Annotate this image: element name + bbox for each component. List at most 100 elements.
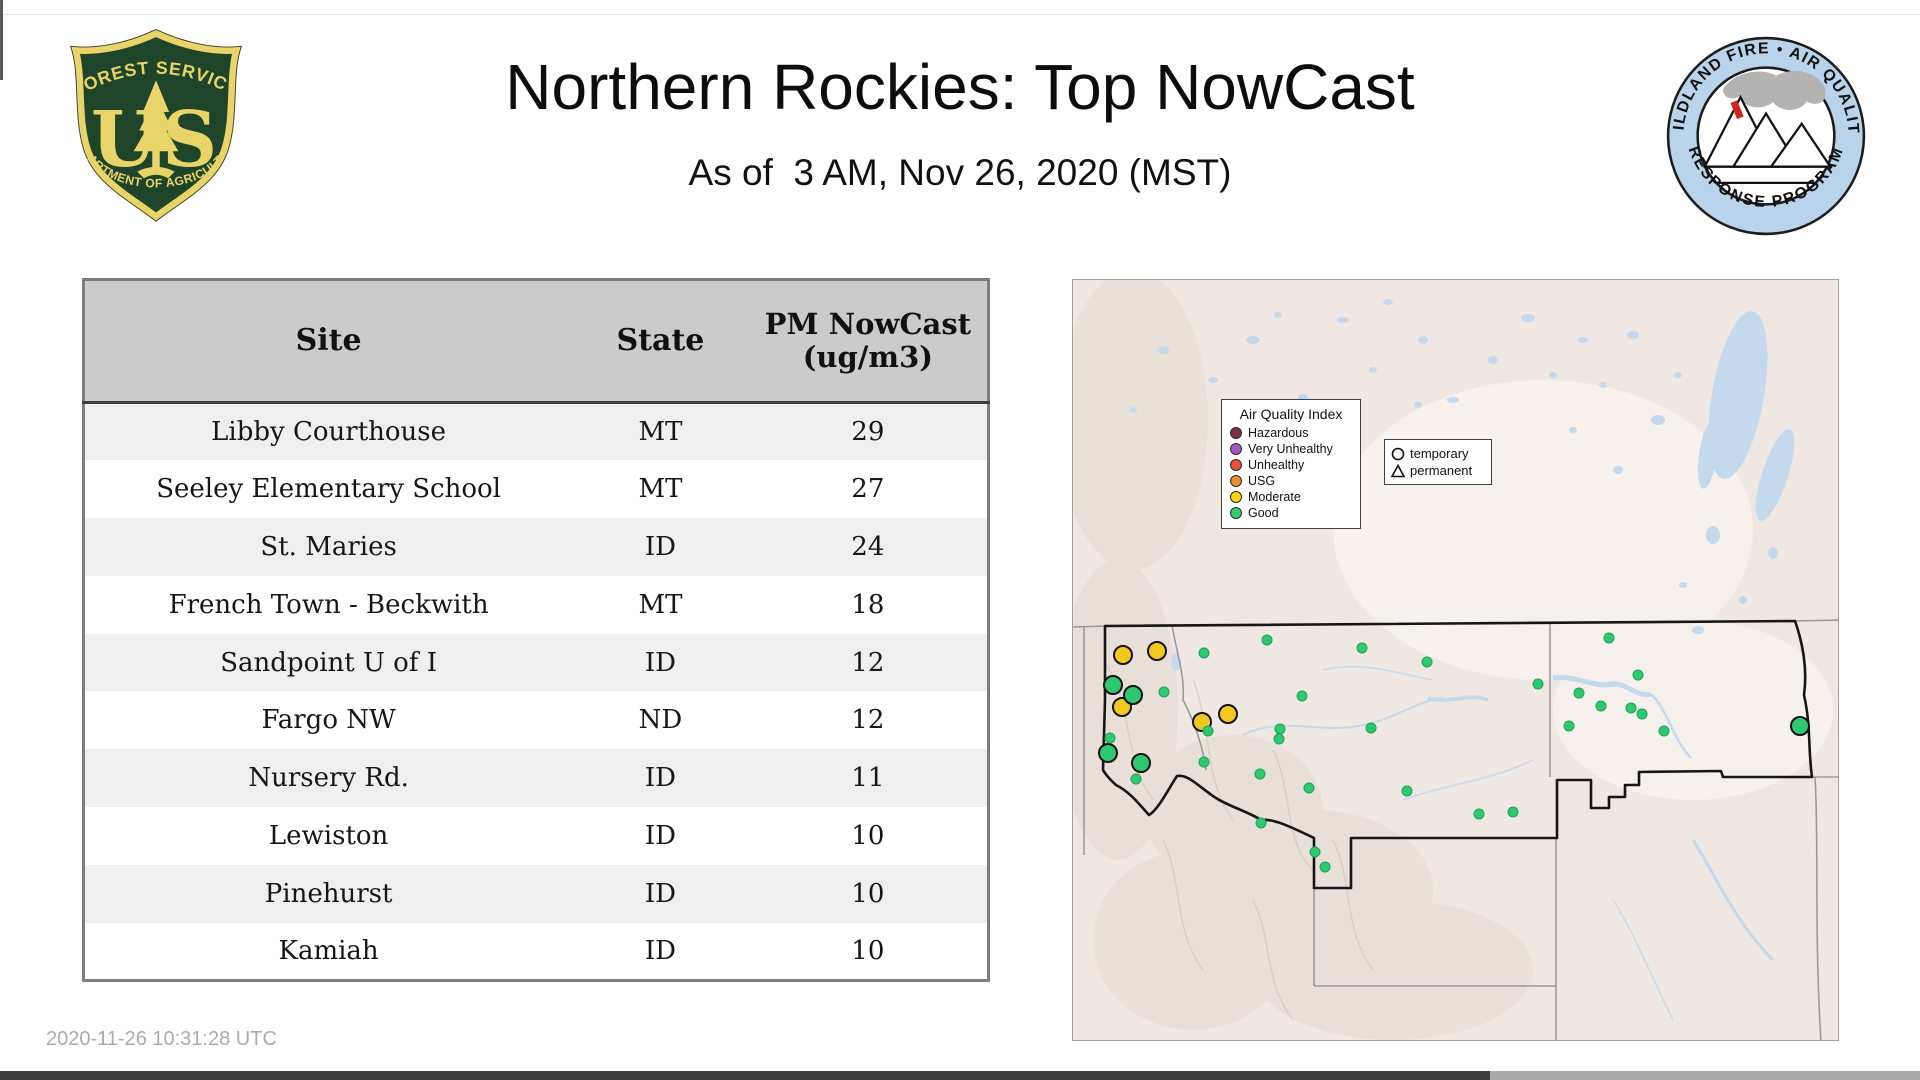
legend-swatch [1230,427,1242,439]
monitor-dot-moderate [1147,640,1168,661]
cell-value: 12 [851,705,885,736]
cell-site: Nursery Rd. [248,763,409,794]
monitor-dot-good [1102,675,1123,696]
monitor-dot-good [1158,686,1170,698]
page-subtitle: As of 3 AM, Nov 26, 2020 (MST) [688,152,1232,193]
temporary-label: temporary [1410,446,1469,461]
monitor-dot-good [1658,725,1670,737]
aqi-map: Air Quality Index Hazardous Very Unhealth… [1072,279,1839,1041]
monitor-dot-good [1303,782,1315,794]
table-row: Pinehurst ID 10 [83,864,989,923]
monitor-dot-good [1356,642,1368,654]
permanent-triangle-icon [1391,463,1405,477]
monitor-dot-moderate [1217,703,1238,724]
monitor-dot-good [1603,632,1614,644]
cell-value: 24 [851,531,885,562]
legend-item: Moderate [1230,490,1352,504]
monitor-dot-good [1131,753,1152,774]
monitor-dot-good [1507,806,1519,818]
monitor-dot-moderate [1112,644,1133,665]
monitor-dot-good [1319,861,1331,873]
monitor-dot-good [1261,634,1273,646]
table-row: Nursery Rd. ID 11 [83,749,989,808]
monitor-dot-good [1130,773,1142,785]
table-row: Kamiah ID 10 [83,922,989,981]
cell-state: MT [638,589,683,620]
legend-label: USG [1248,474,1276,488]
column-header-2: PM NowCast (ug/m3) [748,279,989,404]
generated-timestamp: 2020-11-26 10:31:28 UTC [46,1028,277,1050]
monitor-dot-good [1273,733,1285,745]
marker-type-legend: temporary permanent [1384,439,1492,485]
page-title: Northern Rockies: Top NowCast [505,51,1415,123]
nowcast-table: Site State PM NowCast (ug/m3) Libby Courth… [82,278,990,982]
monitor-dot-good [1401,785,1413,797]
legend-item: USG [1230,474,1352,488]
legend-item: Good [1230,506,1352,520]
monitor-dot-good [1421,656,1433,668]
site-table-body: Libby Courthouse MT 29 Seeley Elementary Sc… [83,402,989,981]
cell-state: ID [644,935,676,966]
legend-label: Hazardous [1248,426,1309,440]
cell-state: ID [644,647,676,678]
cell-site: Sandpoint U of I [220,647,437,678]
cell-value: 10 [851,820,885,851]
column-header-1: State [572,279,749,404]
monitor-dot-good [1098,743,1119,764]
cell-value: 12 [851,647,885,678]
cell-state: MT [638,474,683,505]
legend-swatch [1230,507,1242,519]
legend-item: Very Unhealthy [1230,442,1352,456]
cell-value: 10 [851,878,885,909]
monitor-dot-good [1636,708,1648,720]
cell-site: St. Maries [260,531,397,562]
monitor-dot-good [1473,808,1485,820]
cell-site: Kamiah [278,935,379,966]
permanent-label: permanent [1410,463,1473,478]
wfaqrp-logo: WILDLAND FIRE • AIR QUALITY RESPONSE PRO… [1664,34,1866,236]
legend-label: Moderate [1248,490,1301,504]
cell-state: ID [644,820,676,851]
monitor-dot-good [1309,846,1321,858]
legend-swatch [1230,475,1242,487]
top-hairline [0,14,1920,15]
cell-value: 10 [851,935,885,966]
cell-state: MT [638,417,683,448]
bottom-bar-progress [0,1071,1490,1080]
monitor-dot-good [1254,768,1266,780]
site-table-header-row: Site State PM NowCast (ug/m3) [83,279,989,404]
temporary-row: temporary [1391,445,1485,462]
monitor-dot-good [1198,647,1210,659]
table-row: Lewiston ID 10 [83,807,989,865]
monitor-dot-good [1255,817,1267,829]
legend-label: Unhealthy [1248,458,1305,472]
cell-value: 18 [851,589,885,620]
cell-state: ID [644,531,676,562]
monitor-dot-good [1573,687,1585,699]
table-row: St. Maries ID 24 [83,518,989,576]
monitor-dot-good [1563,720,1575,732]
monitor-dot-good [1198,756,1210,768]
cell-value: 29 [851,417,885,448]
legend-item: Hazardous [1230,426,1352,440]
table-row: Sandpoint U of I ID 12 [83,633,989,692]
monitor-dot-good [1104,732,1116,744]
monitor-dot-good [1595,700,1607,712]
column-header-0: Site [83,279,573,404]
monitor-dot-good [1296,690,1308,702]
permanent-row: permanent [1391,462,1485,479]
cell-value: 11 [851,763,885,794]
monitor-dot-good [1122,684,1143,705]
monitor-dot-good [1625,702,1637,714]
nowcast-table-head: Site State PM NowCast (ug/m3) [83,279,989,404]
table-row: Libby Courthouse MT 29 [83,402,989,461]
legend-title: Air Quality Index [1239,406,1343,422]
legend-swatch [1230,443,1242,455]
monitor-dot-good [1632,669,1644,681]
cell-state: ID [644,763,676,794]
legend-label: Good [1248,506,1279,520]
monitor-dot-good [1202,725,1214,737]
cell-site: French Town - Beckwith [168,589,489,620]
cell-site: Pinehurst [264,878,393,909]
aqi-legend-items: Hazardous Very Unhealthy Unhealthy USG Moder… [1230,426,1352,520]
